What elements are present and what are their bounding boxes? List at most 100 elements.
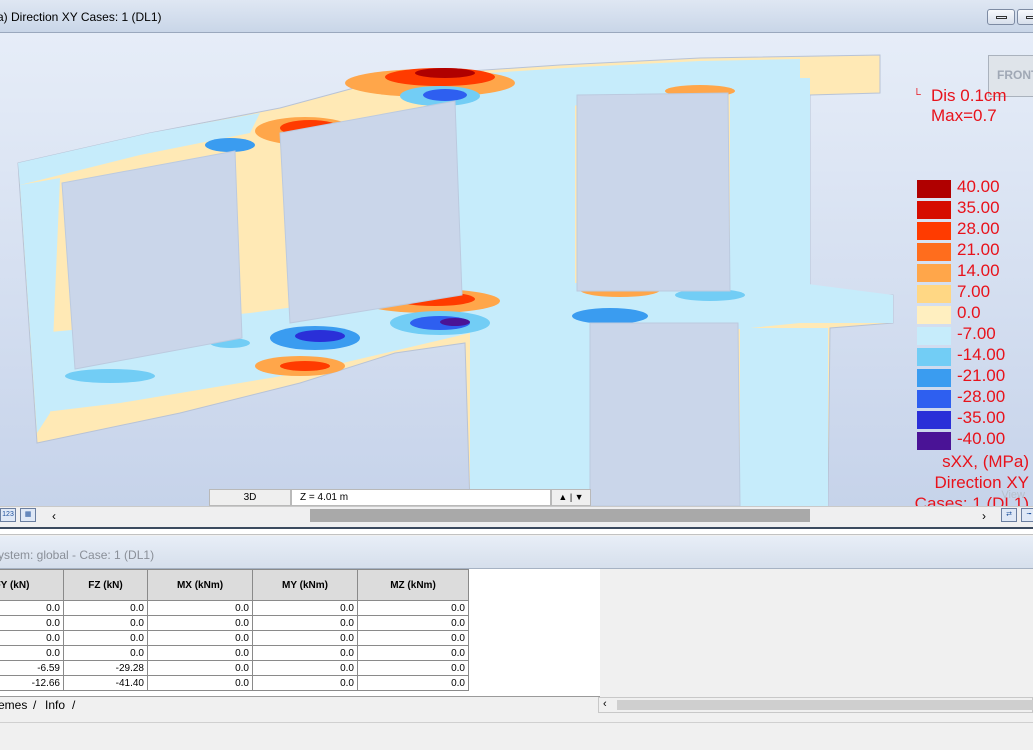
table-row[interactable]: 0.0 0.0 0.0 0.0 0.0 <box>0 630 469 646</box>
table-cell[interactable]: 0.0 <box>252 645 358 661</box>
table-scroll-thumb[interactable] <box>617 700 1033 710</box>
table-cell[interactable]: -6.59 <box>0 660 64 676</box>
table-header-row: FY (kN) FZ (kN) MX (kNm) MY (kNm) MZ (kN… <box>0 569 469 601</box>
column-header[interactable]: FY (kN) <box>0 569 64 601</box>
table-row[interactable]: 0.0 0.0 0.0 0.0 0.0 <box>0 600 469 616</box>
table-cell[interactable]: 0.0 <box>147 660 253 676</box>
scroll-left-icon[interactable]: ‹ <box>603 698 607 710</box>
column-header[interactable]: MX (kNm) <box>147 569 253 601</box>
legend-swatch <box>917 201 951 219</box>
table-cell[interactable]: 0.0 <box>252 600 358 616</box>
legend-value: -21.00 <box>957 366 1006 385</box>
legend-value: -28.00 <box>957 387 1006 406</box>
legend-value: 0.0 <box>957 303 981 322</box>
legend-swatch <box>917 348 951 366</box>
z-level-stepper[interactable]: ▲ | ▼ <box>551 489 591 506</box>
sheet-tabs: emes / Info / <box>0 696 600 714</box>
legend-value: -35.00 <box>957 408 1006 427</box>
max-label: Max=0.7 <box>931 106 997 125</box>
table-horizontal-scrollbar[interactable]: ‹ <box>598 697 1033 713</box>
displacement-icon: └ <box>913 89 921 101</box>
restore-button[interactable] <box>1017 9 1033 25</box>
table-cell[interactable]: 0.0 <box>147 615 253 631</box>
tab-separator: / <box>72 698 76 712</box>
restore-icon <box>1026 16 1033 19</box>
z-level-field[interactable]: Z = 4.01 m <box>291 489 551 506</box>
legend-value: -14.00 <box>957 345 1006 364</box>
table-cell[interactable]: 0.0 <box>147 675 253 691</box>
table-cell[interactable]: -12.66 <box>0 675 64 691</box>
minimize-icon <box>996 16 1007 19</box>
column-header[interactable]: MZ (kNm) <box>357 569 469 601</box>
table-cell[interactable]: 0.0 <box>357 615 469 631</box>
table-cell[interactable]: 0.0 <box>252 630 358 646</box>
displacement-label: Dis 0.1cm <box>931 86 1007 105</box>
table-cell[interactable]: 0.0 <box>63 600 148 616</box>
table-cell[interactable]: 0.0 <box>0 645 64 661</box>
minimize-button[interactable] <box>987 9 1015 25</box>
table-cell[interactable]: 0.0 <box>147 645 253 661</box>
column-header[interactable]: FZ (kN) <box>63 569 148 601</box>
legend-swatch <box>917 180 951 198</box>
column-header[interactable]: MY (kNm) <box>252 569 358 601</box>
window-title-bar: a) Direction XY Cases: 1 (DL1) <box>0 0 1033 33</box>
table-cell[interactable]: 0.0 <box>147 600 253 616</box>
horizontal-scrollbar-thumb[interactable] <box>310 509 810 522</box>
table-cell[interactable]: 0.0 <box>0 615 64 631</box>
table-cell[interactable]: 0.0 <box>63 615 148 631</box>
table-cell[interactable]: 0.0 <box>252 660 358 676</box>
legend-swatch <box>917 432 951 450</box>
results-table: FY (kN) FZ (kN) MX (kNm) MY (kNm) MZ (kN… <box>0 569 600 697</box>
tab-themes[interactable]: emes <box>0 698 27 712</box>
legend-value: 14.00 <box>957 261 1000 280</box>
table-panel-header: ystem: global - Case: 1 (DL1) <box>0 536 1033 569</box>
view-cube-label: FRONT <box>997 68 1033 82</box>
legend-value: 21.00 <box>957 240 1000 259</box>
tab-info[interactable]: Info <box>45 698 65 712</box>
map-viewport[interactable]: FRONT └ Dis 0.1cm Max=0.7 40.00 35.00 28.0… <box>0 33 1033 506</box>
tab-3d[interactable]: 3D <box>209 489 291 506</box>
legend-swatch <box>917 243 951 261</box>
table-cell[interactable]: 0.0 <box>0 600 64 616</box>
table-cell[interactable]: 0.0 <box>357 630 469 646</box>
table-cell[interactable]: 0.0 <box>147 630 253 646</box>
table-panel-title: ystem: global - Case: 1 (DL1) <box>0 548 155 562</box>
panel-splitter[interactable] <box>0 527 1033 535</box>
legend-swatch <box>917 264 951 282</box>
table-cell[interactable]: 0.0 <box>63 645 148 661</box>
numbers-icon[interactable]: 123 <box>0 508 16 522</box>
legend-value: 35.00 <box>957 198 1000 217</box>
legend-value: -40.00 <box>957 429 1006 448</box>
table-cell[interactable]: -29.28 <box>63 660 148 676</box>
legend-scale: 40.00 35.00 28.00 21.00 14.00 7.00 0.0 -7.00 -14… <box>905 177 1033 450</box>
table-cell[interactable]: 0.0 <box>357 600 469 616</box>
table-cell[interactable]: 0.0 <box>357 645 469 661</box>
view-label: View <box>1001 489 1025 501</box>
results-grid: FY (kN) FZ (kN) MX (kNm) MY (kNm) MZ (kN… <box>0 569 469 691</box>
legend-swatch <box>917 327 951 345</box>
snap-icon[interactable]: ╼ <box>1021 508 1033 522</box>
window-title: a) Direction XY Cases: 1 (DL1) <box>0 10 162 24</box>
scroll-right-icon[interactable]: › <box>982 509 986 523</box>
legend-swatch <box>917 306 951 324</box>
table-row[interactable]: -12.66 -41.40 0.0 0.0 0.0 <box>0 675 469 691</box>
legend-quantity: sXX, (MPa) <box>942 452 1029 471</box>
table-cell[interactable]: 0.0 <box>357 675 469 691</box>
table-row[interactable]: 0.0 0.0 0.0 0.0 0.0 <box>0 615 469 631</box>
table-cell[interactable]: 0.0 <box>63 630 148 646</box>
grid-view-icon[interactable]: ▦ <box>20 508 36 522</box>
legend-value: 28.00 <box>957 219 1000 238</box>
table-cell[interactable]: 0.0 <box>252 615 358 631</box>
legend-swatch <box>917 285 951 303</box>
tab-separator: / <box>33 698 37 712</box>
table-cell[interactable]: 0.0 <box>0 630 64 646</box>
table-cell[interactable]: 0.0 <box>252 675 358 691</box>
table-row[interactable]: 0.0 0.0 0.0 0.0 0.0 <box>0 645 469 661</box>
scroll-left-icon[interactable]: ‹ <box>52 509 56 523</box>
legend-value: 40.00 <box>957 177 1000 196</box>
axis-icon[interactable]: ⇄ <box>1001 508 1017 522</box>
table-row[interactable]: -6.59 -29.28 0.0 0.0 0.0 <box>0 660 469 676</box>
table-cell[interactable]: -41.40 <box>63 675 148 691</box>
stress-contour-map <box>17 54 894 506</box>
table-cell[interactable]: 0.0 <box>357 660 469 676</box>
